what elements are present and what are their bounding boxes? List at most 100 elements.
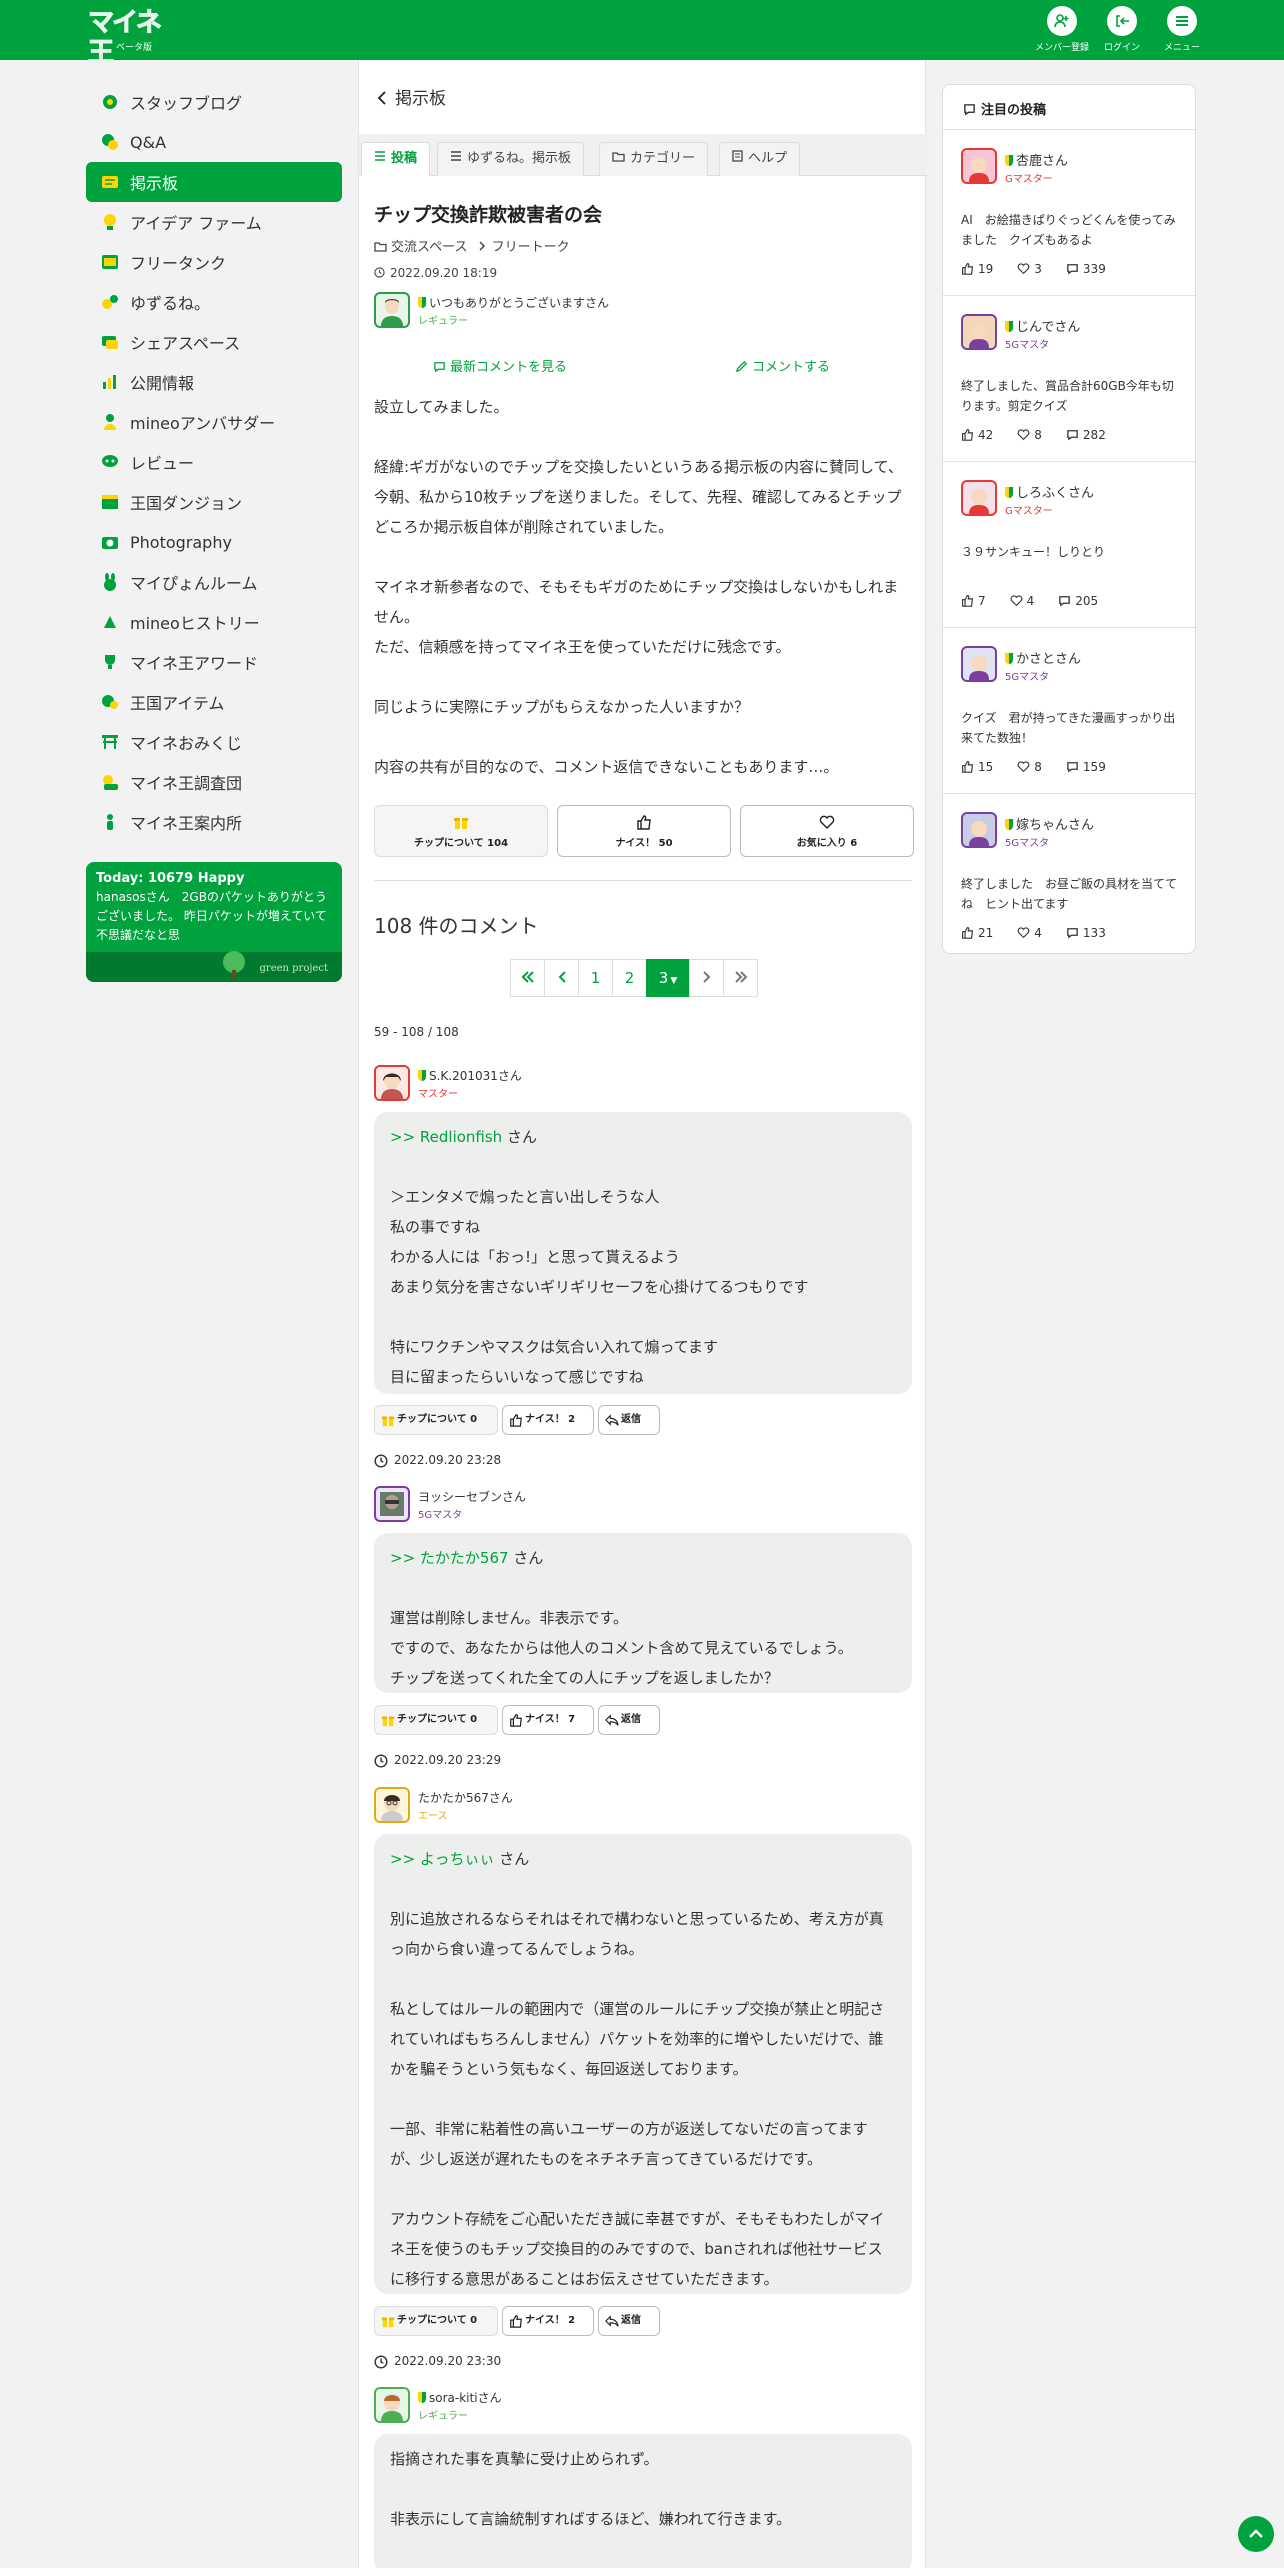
comment-chip-button[interactable]: チップについて 0 xyxy=(374,1405,498,1435)
comment-author: S.K.201031さん xyxy=(429,1069,522,1083)
login-button[interactable]: ログイン xyxy=(1092,6,1152,56)
comment-line xyxy=(390,1302,896,1332)
comment-author[interactable]: たかたか567さん xyxy=(418,1789,513,1806)
prev-page-button[interactable] xyxy=(544,959,579,997)
nice-count: 21 xyxy=(978,926,994,940)
featured-post-text[interactable]: クイズ 君が持ってきた漫画すっかり出来てた数独！ xyxy=(961,708,1181,748)
next-page-button[interactable] xyxy=(689,959,724,997)
current-page-dropdown[interactable]: 3 ▼ xyxy=(646,959,690,997)
avatar[interactable] xyxy=(374,1787,410,1823)
sidebar-item-award[interactable]: マイネ王アワード xyxy=(86,642,342,682)
page-button-1[interactable]: 1 xyxy=(578,959,613,997)
avatar[interactable] xyxy=(374,1065,410,1101)
sidebar-item-ambassador[interactable]: mineoアンバサダー xyxy=(86,402,342,442)
featured-post[interactable]: しろふくさん Gマスター ３９サンキュー！しりとり 7 4 205 xyxy=(943,461,1195,627)
comment-nice-button[interactable]: ナイス！ 7 xyxy=(502,1705,594,1735)
back-link[interactable]: 掲示板 xyxy=(377,84,446,109)
last-page-button[interactable] xyxy=(723,959,758,997)
reply-icon xyxy=(605,1714,619,1726)
sidebar-item-public-info[interactable]: 公開情報 xyxy=(86,362,342,402)
today-happy-card[interactable]: Today: 10679 Happy hanasosさん 2GBのパケットありが… xyxy=(86,862,342,982)
avatar[interactable] xyxy=(961,314,997,350)
scroll-to-top-button[interactable] xyxy=(1238,2516,1274,2552)
sidebar-item-board[interactable]: 掲示板 xyxy=(86,162,342,202)
favorite-button[interactable]: お気に入り 6 xyxy=(740,805,914,857)
first-page-button[interactable] xyxy=(510,959,545,997)
write-comment-link[interactable]: コメントする xyxy=(735,356,830,375)
featured-post-text[interactable]: AI お絵描きぱりぐっどくんを使ってみました クイズもあるよ xyxy=(961,210,1181,250)
reply-to-link[interactable]: >> よっちぃぃ xyxy=(390,1850,494,1868)
featured-post[interactable]: じんでさん 5Gマスタ 終了しました、賞品合計60GB今年も切ります。剪定クイズ 42… xyxy=(943,295,1195,461)
featured-post[interactable]: 嫁ちゃんさん 5Gマスタ 終了しました お昼ご飯の具材を当ててね ヒント出てます 21… xyxy=(943,793,1195,959)
clock-icon xyxy=(374,2355,388,2369)
sidebar-item-item[interactable]: 王国アイテム xyxy=(86,682,342,722)
avatar[interactable] xyxy=(961,646,997,682)
see-latest-comment-link[interactable]: 最新コメントを見る xyxy=(433,356,567,375)
tab-yuzurune-board[interactable]: ゆずるね。掲示板 xyxy=(437,142,585,176)
sidebar-item-qa[interactable]: Q&A xyxy=(86,122,342,162)
menu-button[interactable]: メニュー xyxy=(1152,6,1212,56)
sidebar-item-idea-farm[interactable]: アイデア ファーム xyxy=(86,202,342,242)
avatar[interactable] xyxy=(374,2387,410,2423)
member-register-button[interactable]: メンバー登録 xyxy=(1032,6,1092,56)
comment-reply-button[interactable]: 返信 xyxy=(598,1705,660,1735)
sidebar-item-mypyon-room[interactable]: マイぴょんルーム xyxy=(86,562,342,602)
nice-button[interactable]: ナイス！ 50 xyxy=(557,805,731,857)
sidebar-item-staff-blog[interactable]: スタッフブログ xyxy=(86,82,342,122)
featured-post[interactable]: 杏鹿さん Gマスター AI お絵描きぱりぐっどくんを使ってみました クイズもあるよ 1… xyxy=(943,129,1195,295)
sidebar-item-review[interactable]: レビュー xyxy=(86,442,342,482)
favorite-count: 8 xyxy=(1034,760,1042,774)
featured-post-text[interactable]: ３９サンキュー！しりとり xyxy=(961,542,1181,562)
item-icon xyxy=(102,695,118,709)
avatar[interactable] xyxy=(961,812,997,848)
featured-post-text[interactable]: 終了しました お昼ご飯の具材を当ててね ヒント出てます xyxy=(961,874,1181,914)
avatar[interactable] xyxy=(961,148,997,184)
chevron-left-icon xyxy=(377,91,386,105)
comment-icon xyxy=(434,362,445,373)
post-body-line: ただ、信頼感を持ってマイネ王を使っていただけに残念です。 xyxy=(374,638,791,656)
comment-bubble: >> よっちぃぃ さん 別に追放されるならそれはそれで構わないと思っているため、… xyxy=(374,1834,912,2294)
sidebar-item-history[interactable]: mineoヒストリー xyxy=(86,602,342,642)
comment-nice-button[interactable]: ナイス！ 2 xyxy=(502,2306,594,2336)
featured-post-text[interactable]: 終了しました、賞品合計60GB今年も切ります。剪定クイズ xyxy=(961,376,1181,416)
post-body-line xyxy=(374,662,912,692)
avatar[interactable] xyxy=(961,480,997,516)
author-rank: Gマスター xyxy=(1005,506,1053,517)
sidebar-item-share-space[interactable]: シェアスペース xyxy=(86,322,342,362)
post-body-line: 経緯:ギガがないのでチップを交換したいというある掲示板の内容に賛同して、今朝、私… xyxy=(374,458,903,536)
sidebar-nav: スタッフブログ Q&A 掲示板 アイデア ファーム フリータンク ゆずるね。 シ… xyxy=(86,82,342,982)
sidebar-item-photography[interactable]: Photography xyxy=(86,522,342,562)
breadcrumb-subcategory[interactable]: フリートーク xyxy=(492,240,570,255)
comment-reply-button[interactable]: 返信 xyxy=(598,1405,660,1435)
sidebar-item-guide[interactable]: マイネ王案内所 xyxy=(86,802,342,842)
tab-help[interactable]: ヘルプ xyxy=(719,142,801,176)
guide-icon xyxy=(107,814,113,830)
reply-to-link[interactable]: >> Redlionfish xyxy=(390,1128,502,1146)
sidebar-item-free-tank[interactable]: フリータンク xyxy=(86,242,342,282)
sidebar-item-research[interactable]: マイネ王調査団 xyxy=(86,762,342,802)
mypyon-room-icon xyxy=(104,573,116,591)
sidebar-item-omikuji[interactable]: マイネおみくじ xyxy=(86,722,342,762)
post-actions: チップについて 104 ナイス！ 50 お気に入り 6 xyxy=(374,805,914,857)
tab-posts[interactable]: 投稿 xyxy=(361,142,431,176)
featured-post[interactable]: かさとさん 5Gマスタ クイズ 君が持ってきた漫画すっかり出来てた数独！ 15 8 159 xyxy=(943,627,1195,793)
comment-author[interactable]: ヨッシーセブンさん xyxy=(418,1488,526,1505)
list-icon xyxy=(451,151,461,161)
page-button-2[interactable]: 2 xyxy=(612,959,647,997)
tab-category[interactable]: カテゴリー xyxy=(599,142,709,176)
comment-reply-button[interactable]: 返信 xyxy=(598,2306,660,2336)
sidebar-item-dungeon[interactable]: 王国ダンジョン xyxy=(86,482,342,522)
sidebar-item-yuzurune[interactable]: ゆずるね。 xyxy=(86,282,342,322)
tree-icon xyxy=(223,951,245,980)
chip-button[interactable]: チップについて 104 xyxy=(374,805,548,857)
comment-nice-button[interactable]: ナイス！ 2 xyxy=(502,1405,594,1435)
clock-icon xyxy=(374,267,385,278)
avatar[interactable] xyxy=(374,1486,410,1522)
beginner-badge-icon xyxy=(418,2392,426,2403)
comment-chip-button[interactable]: チップについて 0 xyxy=(374,1705,498,1735)
comment-chip-button[interactable]: チップについて 0 xyxy=(374,2306,498,2336)
comment-count: 339 xyxy=(1082,262,1106,276)
site-logo[interactable]: マイネ王 ベータ版 xyxy=(88,8,172,69)
breadcrumb-category[interactable]: 交流スペース xyxy=(391,240,467,255)
reply-to-link[interactable]: >> たかたか567 xyxy=(390,1549,509,1567)
